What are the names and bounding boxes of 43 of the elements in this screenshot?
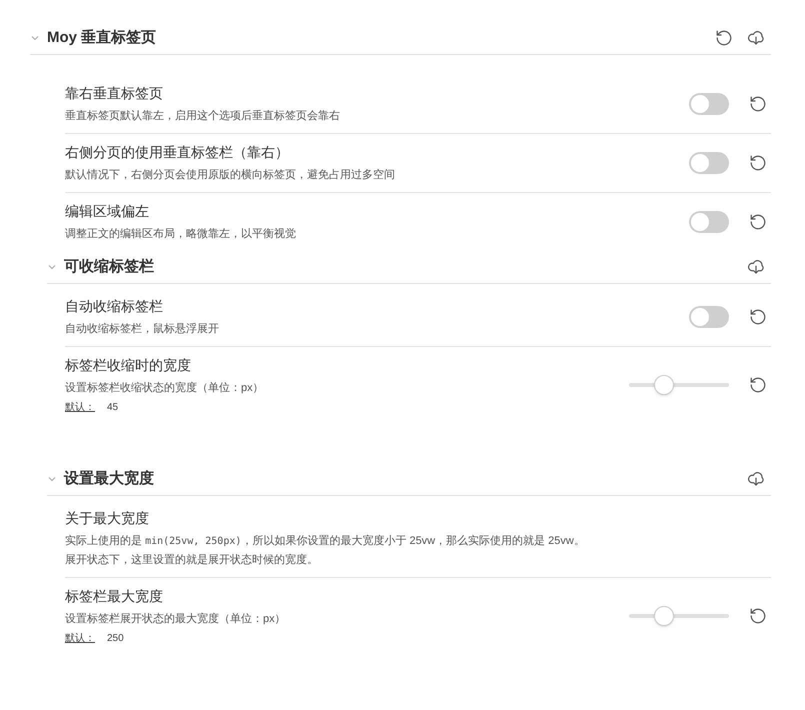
cloud-download-icon[interactable] bbox=[747, 29, 765, 47]
toggle-switch[interactable] bbox=[689, 93, 729, 115]
default-label: 默认： bbox=[65, 401, 96, 415]
reset-icon[interactable] bbox=[715, 29, 733, 47]
reset-icon[interactable] bbox=[749, 308, 767, 326]
toggle-switch[interactable] bbox=[689, 152, 729, 174]
setting-title: 关于最大宽度 bbox=[65, 509, 150, 528]
slider-thumb[interactable] bbox=[654, 375, 674, 395]
toggle-switch[interactable] bbox=[689, 211, 729, 233]
chevron-icon[interactable] bbox=[47, 474, 57, 484]
setting-title: 自动收缩标签栏 bbox=[65, 297, 164, 316]
setting-description: 展开状态下，这里设置的就是展开状态时候的宽度。 bbox=[65, 552, 319, 568]
default-value: 45 bbox=[107, 401, 118, 415]
reset-icon[interactable] bbox=[749, 95, 767, 113]
chevron-icon[interactable] bbox=[47, 262, 57, 272]
section-title: Moy 垂直标签页 bbox=[47, 28, 158, 48]
cloud-download-icon[interactable] bbox=[747, 258, 765, 276]
setting-description: 设置标签栏展开状态的最大宽度（单位：px） bbox=[65, 612, 287, 627]
reset-icon[interactable] bbox=[749, 154, 767, 172]
section-title: 可收缩标签栏 bbox=[64, 256, 155, 277]
setting-description: 垂直标签页默认靠左，启用这个选项后垂直标签页会靠右 bbox=[65, 108, 341, 124]
reset-icon[interactable] bbox=[749, 376, 767, 394]
cloud-download-icon[interactable] bbox=[747, 470, 765, 488]
setting-description: 默认情况下，右侧分页会使用原版的横向标签页，避免占用过多空间 bbox=[65, 168, 396, 183]
setting-title: 靠右垂直标签页 bbox=[65, 84, 164, 103]
setting-title: 标签栏最大宽度 bbox=[65, 587, 164, 606]
slider[interactable] bbox=[629, 375, 729, 395]
slider[interactable] bbox=[629, 606, 729, 626]
setting-description: 设置标签栏收缩状态的宽度（单位：px） bbox=[65, 380, 265, 396]
reset-icon[interactable] bbox=[749, 607, 767, 625]
setting-description: 自动收缩标签栏，鼠标悬浮展开 bbox=[65, 322, 220, 337]
slider-thumb[interactable] bbox=[654, 606, 674, 626]
setting-description: 实际上使用的是 min(25vw, 250px)，所以如果你设置的最大宽度小于 25vw，那么实际使用的就是 25vw。 bbox=[65, 534, 586, 549]
chevron-icon[interactable] bbox=[30, 33, 40, 43]
setting-description: 调整正文的编辑区布局，略微靠左，以平衡视觉 bbox=[65, 226, 297, 242]
default-label: 默认： bbox=[65, 632, 96, 646]
setting-title: 右侧分页的使用垂直标签栏（靠右） bbox=[65, 143, 290, 162]
toggle-switch[interactable] bbox=[689, 306, 729, 328]
reset-icon[interactable] bbox=[749, 213, 767, 231]
setting-title: 编辑区域偏左 bbox=[65, 202, 150, 221]
setting-title: 标签栏收缩时的宽度 bbox=[65, 356, 192, 375]
default-value: 250 bbox=[107, 632, 124, 646]
section-title: 设置最大宽度 bbox=[64, 468, 155, 489]
